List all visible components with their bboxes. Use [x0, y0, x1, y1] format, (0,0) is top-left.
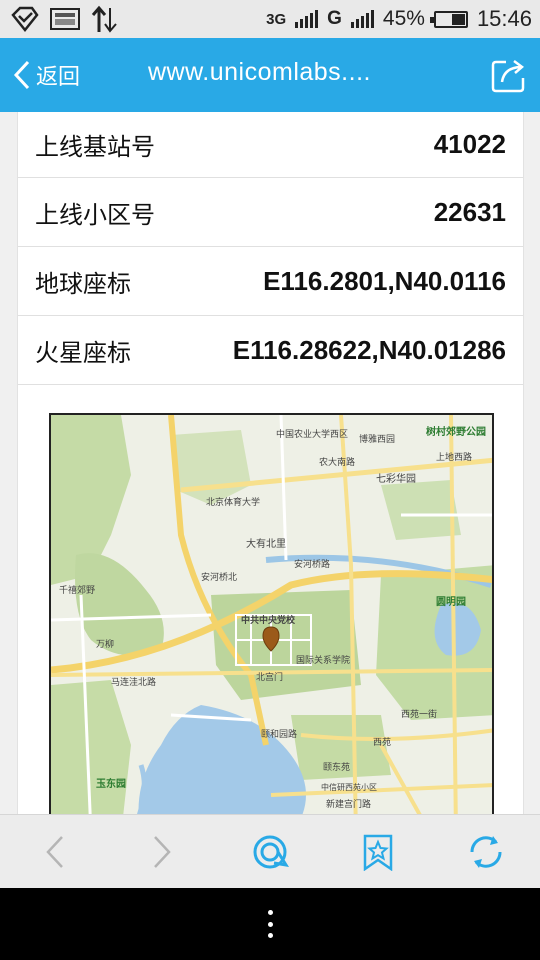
status-indicators: 3G G 45% 15:46 [266, 0, 532, 38]
network-letter: G [327, 8, 342, 29]
signal-icon [295, 10, 319, 28]
row-value: E116.2801,N40.0116 [263, 265, 506, 296]
row-label: 上线小区号 [35, 200, 155, 229]
signal-icon-2 [350, 10, 374, 28]
row-label: 地球座标 [35, 269, 131, 298]
map-label: 博雅西园 [359, 433, 395, 445]
map-label: 马连洼北路 [111, 676, 156, 688]
clock: 15:46 [476, 6, 532, 31]
map-label: 北宫门 [256, 671, 283, 683]
map-label: 大有北里 [246, 537, 286, 550]
map-label: 中共中央党校 [241, 614, 296, 626]
home-swirl-icon[interactable] [250, 833, 290, 871]
map-label: 新建宫门路 [326, 798, 371, 810]
row-label: 火星座标 [35, 338, 131, 367]
map-label: 颐东苑 [323, 761, 350, 773]
status-bar: 3G G 45% 15:46 [0, 0, 540, 38]
map-label: 北京体育大学 [206, 496, 260, 508]
chevron-left-icon [13, 60, 30, 90]
map-label: 七彩华园 [376, 472, 416, 485]
page-url: www.unicomlabs.... [148, 58, 371, 86]
back-label: 返回 [36, 65, 81, 90]
title-bar: 返回 www.unicomlabs.... [0, 38, 540, 112]
map-canvas: 中国农业大学西区 博雅西园 树村郊野公园 农大南路 七彩华园 上地西路 北京体育… [51, 415, 492, 814]
battery-fill [451, 13, 465, 25]
map-label: 西苑一街 [401, 708, 437, 720]
notification-app-icon [11, 6, 39, 33]
network-type: 3G [266, 10, 287, 28]
data-transfer-icon [91, 5, 117, 33]
browser-toolbar [0, 814, 540, 888]
map-label: 树村郊野公园 [426, 425, 486, 438]
image-icon [50, 8, 80, 30]
content-card: 上线基站号 41022 上线小区号 22631 地球座标 E116.2801,N… [17, 112, 524, 814]
map-label: 中信研西苑小区 [321, 782, 377, 792]
back-arrow-icon[interactable] [36, 833, 76, 871]
bookmark-star-icon[interactable] [358, 833, 398, 871]
map-label: 国际关系学院 [296, 654, 350, 666]
map-label: 千禧郊野 [59, 584, 95, 596]
notification-icons [10, 4, 120, 34]
row-value: 41022 [433, 129, 506, 159]
row-label: 上线基站号 [35, 133, 155, 161]
map-label: 中国农业大学西区 [276, 428, 348, 440]
map-label: 安河桥北 [201, 571, 237, 583]
info-row: 上线基站号 41022 [18, 112, 523, 178]
share-icon[interactable] [490, 56, 528, 94]
system-nav-bar [0, 888, 540, 960]
map-label: 西苑 [373, 736, 391, 748]
info-row: 上线小区号 22631 [18, 178, 523, 247]
row-value: E116.28622,N40.01286 [232, 334, 506, 365]
map-label: 上地西路 [436, 451, 472, 463]
row-value: 22631 [433, 196, 506, 227]
map-label: 安河桥路 [294, 558, 330, 570]
forward-arrow-icon[interactable] [141, 833, 181, 871]
info-row: 火星座标 E116.28622,N40.01286 [18, 316, 523, 385]
map-image[interactable]: 中国农业大学西区 博雅西园 树村郊野公园 农大南路 七彩华园 上地西路 北京体育… [49, 413, 494, 814]
refresh-icon[interactable] [466, 833, 506, 871]
map-label: 玉东园 [96, 777, 126, 790]
overflow-menu-icon[interactable] [266, 910, 274, 938]
map-label: 万柳 [96, 638, 114, 650]
map-label: 农大南路 [319, 456, 355, 468]
info-row: 地球座标 E116.2801,N40.0116 [18, 247, 523, 316]
back-button[interactable]: 返回 [12, 56, 80, 94]
battery-percent: 45% [382, 7, 425, 30]
map-label: 颐和园路 [261, 728, 297, 740]
battery-icon [429, 10, 468, 28]
map-label: 圆明园 [436, 596, 466, 608]
